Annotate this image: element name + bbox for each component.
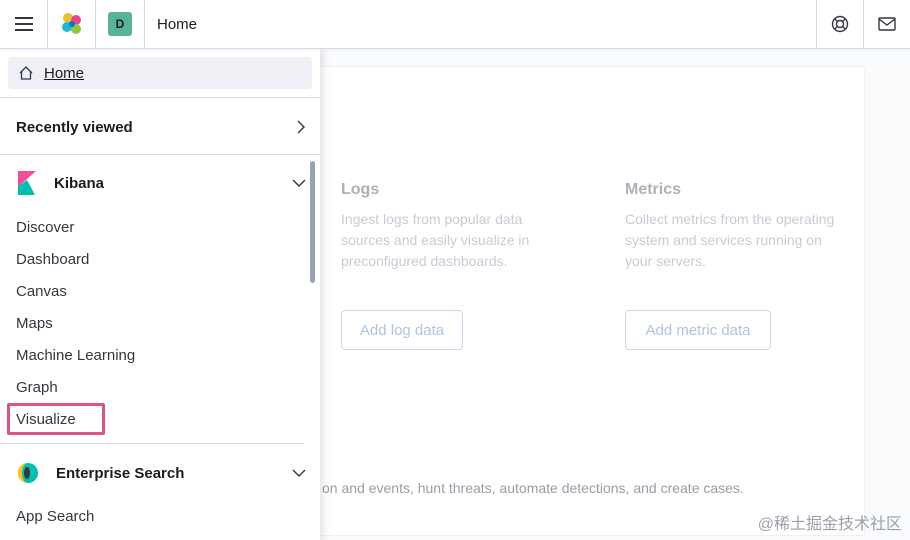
divider	[0, 97, 320, 98]
hamburger-icon	[14, 17, 33, 31]
mail-icon	[878, 17, 896, 31]
nav-scrollbar[interactable]	[310, 161, 315, 283]
home-icon	[19, 66, 33, 80]
recently-viewed-toggle[interactable]: Recently viewed	[16, 113, 306, 141]
visualize-highlight-box	[7, 403, 105, 435]
enterprise-search-group-label: Enterprise Search	[56, 464, 185, 482]
elastic-logo-button[interactable]	[48, 0, 96, 48]
nav-link-discover[interactable]: Discover	[16, 219, 74, 236]
home-content-panel	[260, 66, 865, 536]
breadcrumb-title: Home	[157, 15, 198, 33]
logs-title: Logs	[341, 181, 380, 198]
metrics-card: Metrics Collect metrics from the operati…	[625, 181, 834, 272]
security-description-text: on and events, hunt threats, automate de…	[322, 480, 744, 496]
nav-home-label: Home	[44, 64, 85, 82]
add-metric-data-button[interactable]: Add metric data	[625, 310, 771, 350]
elastic-logo-icon	[61, 13, 81, 34]
help-button[interactable]	[816, 0, 863, 48]
metrics-title: Metrics	[625, 181, 682, 198]
kibana-logo-icon	[18, 171, 36, 195]
space-avatar: D	[108, 12, 132, 36]
newsfeed-button[interactable]	[863, 0, 910, 48]
recently-viewed-label: Recently viewed	[16, 118, 133, 136]
nav-link-canvas[interactable]: Canvas	[16, 283, 67, 300]
chevron-down-icon	[292, 179, 306, 187]
nav-link-graph[interactable]: Graph	[16, 379, 58, 396]
nav-home-link[interactable]: Home	[8, 57, 312, 89]
add-log-data-button[interactable]: Add log data	[341, 310, 463, 350]
nav-link-maps[interactable]: Maps	[16, 315, 53, 332]
enterprise-search-group-toggle[interactable]: Enterprise Search	[14, 459, 306, 487]
lifebuoy-icon	[831, 15, 849, 33]
menu-toggle-button[interactable]	[0, 0, 48, 48]
logs-card: Logs Ingest logs from popular data sourc…	[341, 181, 529, 272]
kibana-group-toggle[interactable]: Kibana	[16, 169, 306, 197]
kibana-group-label: Kibana	[54, 174, 105, 192]
collapsible-nav: Home Recently viewed Kibana Discover Das…	[0, 49, 320, 540]
divider	[0, 154, 320, 155]
divider	[0, 443, 304, 444]
chevron-right-icon	[297, 120, 305, 134]
watermark: @稀土掘金技术社区	[757, 516, 902, 533]
enterprise-search-logo-icon	[18, 463, 38, 483]
chevron-down-icon	[292, 469, 306, 477]
nav-link-app-search[interactable]: App Search	[16, 508, 94, 525]
top-header: D Home	[0, 0, 910, 49]
nav-link-dashboard[interactable]: Dashboard	[16, 251, 89, 268]
space-selector-button[interactable]: D	[96, 0, 145, 48]
metrics-description: Collect metrics from the operating syste…	[625, 211, 835, 269]
logs-description: Ingest logs from popular data sources an…	[341, 211, 530, 269]
nav-link-machine-learning[interactable]: Machine Learning	[16, 347, 135, 364]
